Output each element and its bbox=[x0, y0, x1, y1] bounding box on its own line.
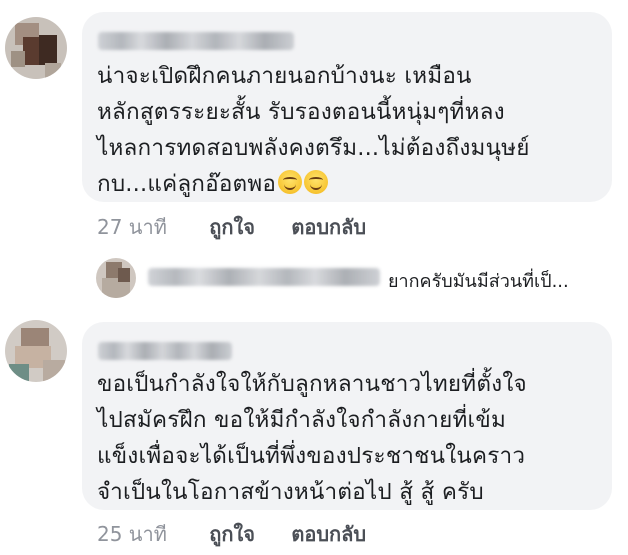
commenter-avatar[interactable] bbox=[5, 320, 67, 382]
reply-button[interactable]: ตอบกลับ bbox=[291, 215, 366, 239]
like-button[interactable]: ถูกใจ bbox=[209, 522, 255, 546]
comment-timestamp[interactable]: 27 นาที bbox=[97, 215, 167, 239]
like-button[interactable]: ถูกใจ bbox=[209, 215, 255, 239]
comment-text: น่าจะเปิดฝึกคนภายนอกบ้างนะ เหมือน หลักสู… bbox=[97, 63, 530, 197]
smile-emoji-icon bbox=[278, 170, 303, 194]
smile-emoji-icon bbox=[304, 170, 329, 194]
comment-meta: 25 นาที ถูกใจ ตอบกลับ bbox=[97, 518, 366, 550]
comment-meta: 27 นาที ถูกใจ ตอบกลับ bbox=[97, 211, 366, 243]
comment-timestamp[interactable]: 25 นาที bbox=[97, 522, 167, 546]
comment-text: ขอเป็นกำลังใจให้กับลูกหลานชาวไทยที่ตั้งใ… bbox=[97, 371, 527, 505]
reply-preview[interactable]: ยากครับมันมีส่วนที่เป็... bbox=[96, 256, 616, 300]
reply-preview-text: ยากครับมันมีส่วนที่เป็... bbox=[388, 271, 569, 292]
commenter-name[interactable] bbox=[98, 342, 232, 360]
commenter-name[interactable] bbox=[98, 32, 294, 50]
reply-button[interactable]: ตอบกลับ bbox=[291, 522, 366, 546]
reply-avatar[interactable] bbox=[96, 258, 136, 298]
reply-author-name[interactable] bbox=[148, 268, 380, 286]
commenter-avatar[interactable] bbox=[5, 17, 67, 79]
